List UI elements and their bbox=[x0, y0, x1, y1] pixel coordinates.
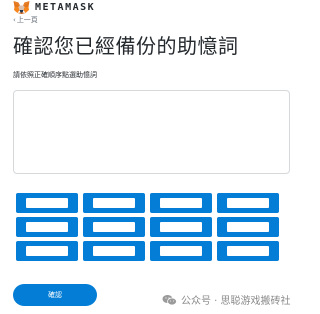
watermark-text: 公众号 · 思聪游戏搬砖社 bbox=[181, 296, 291, 307]
word-button-label bbox=[26, 198, 68, 208]
back-label: 上一頁 bbox=[16, 16, 38, 24]
brand-name: METAMASK bbox=[35, 2, 96, 13]
word-button-grid bbox=[16, 193, 279, 261]
word-button[interactable] bbox=[150, 193, 212, 213]
word-button[interactable] bbox=[217, 217, 279, 237]
word-button-label bbox=[93, 246, 135, 256]
back-link[interactable]: ‹ 上一頁 bbox=[13, 15, 38, 25]
word-button[interactable] bbox=[83, 241, 145, 261]
word-button[interactable] bbox=[16, 217, 78, 237]
word-button-label bbox=[26, 222, 68, 232]
word-button-label bbox=[160, 222, 202, 232]
watermark: 公众号 · 思聪游戏搬砖社 bbox=[162, 292, 291, 307]
word-button[interactable] bbox=[150, 241, 212, 261]
word-button[interactable] bbox=[83, 193, 145, 213]
word-button[interactable] bbox=[217, 241, 279, 261]
page-title: 確認您已經備份的助憶詞 bbox=[13, 34, 239, 58]
selected-words-area[interactable] bbox=[13, 90, 290, 174]
word-button[interactable] bbox=[150, 217, 212, 237]
chevron-left-icon: ‹ bbox=[13, 16, 16, 24]
app-header: METAMASK bbox=[13, 1, 95, 14]
word-button-label bbox=[160, 246, 202, 256]
metamask-fox-icon bbox=[13, 1, 30, 14]
word-button-label bbox=[93, 198, 135, 208]
word-button-label bbox=[227, 198, 269, 208]
confirm-button[interactable]: 確認 bbox=[13, 284, 97, 306]
instruction-text: 請依照正確順序點選助憶詞 bbox=[13, 71, 97, 79]
word-button-label bbox=[93, 222, 135, 232]
word-button-label bbox=[227, 246, 269, 256]
word-button-label bbox=[227, 222, 269, 232]
wechat-icon bbox=[162, 294, 177, 305]
word-button[interactable] bbox=[217, 193, 279, 213]
word-button[interactable] bbox=[83, 217, 145, 237]
word-button[interactable] bbox=[16, 193, 78, 213]
word-button-label bbox=[160, 198, 202, 208]
word-button[interactable] bbox=[16, 241, 78, 261]
word-button-label bbox=[26, 246, 68, 256]
